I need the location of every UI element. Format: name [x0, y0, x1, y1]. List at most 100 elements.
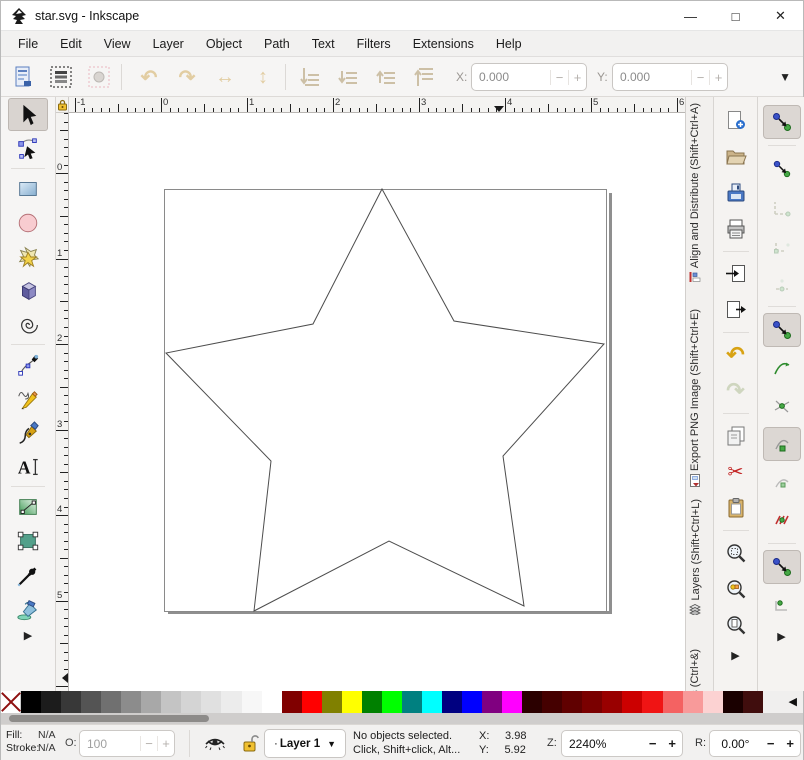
deselect-icon[interactable]	[83, 62, 115, 92]
color-swatch[interactable]	[622, 691, 642, 713]
minimize-button[interactable]: —	[668, 1, 713, 31]
color-swatch[interactable]	[703, 691, 723, 713]
x-minus-button[interactable]: −	[550, 70, 568, 85]
menu-edit[interactable]: Edit	[49, 33, 93, 55]
snap-cusp-nodes-icon[interactable]	[763, 427, 801, 461]
open-icon[interactable]	[719, 141, 753, 173]
opacity-plus-button[interactable]: +	[157, 736, 174, 751]
color-swatch[interactable]	[121, 691, 141, 713]
tool-paint-bucket[interactable]	[8, 592, 48, 625]
tool-mesh-gradient[interactable]	[8, 524, 48, 557]
tool-bezier-pen[interactable]	[8, 348, 48, 381]
tool-ellipse[interactable]	[8, 206, 48, 239]
save-icon[interactable]	[719, 177, 753, 209]
commands-more-icon[interactable]: ▶	[731, 649, 739, 662]
y-field[interactable]: 0.000 − +	[612, 63, 728, 91]
menu-text[interactable]: Text	[301, 33, 346, 55]
snap-object-centers-icon[interactable]	[763, 588, 801, 622]
raise-icon[interactable]	[371, 62, 403, 92]
select-all-icon[interactable]	[7, 62, 39, 92]
color-swatch[interactable]	[502, 691, 522, 713]
color-swatch[interactable]	[302, 691, 322, 713]
color-swatch[interactable]	[242, 691, 262, 713]
color-swatch[interactable]	[602, 691, 622, 713]
color-swatch[interactable]	[21, 691, 41, 713]
color-swatch[interactable]	[342, 691, 362, 713]
tool-calligraphy[interactable]	[8, 416, 48, 449]
rotate-ccw-icon[interactable]: ↶	[133, 62, 165, 92]
tab-layers[interactable]: Layers (Shift+Ctrl+L)	[689, 499, 702, 615]
color-swatch[interactable]	[442, 691, 462, 713]
redo-icon[interactable]: ↷	[719, 375, 753, 407]
x-plus-button[interactable]: +	[568, 70, 586, 85]
zoom-plus-button[interactable]: +	[662, 736, 682, 751]
tool-pencil[interactable]	[8, 382, 48, 415]
swatch-none[interactable]	[1, 691, 21, 713]
tool-gradient[interactable]	[8, 490, 48, 523]
snap-others-icon[interactable]	[763, 550, 801, 584]
color-swatch[interactable]	[522, 691, 542, 713]
color-swatch[interactable]	[422, 691, 442, 713]
snap-to-paths-icon[interactable]	[763, 351, 801, 385]
zoom-drawing-icon[interactable]	[719, 573, 753, 605]
color-swatch[interactable]	[282, 691, 302, 713]
maximize-button[interactable]: □	[713, 1, 758, 31]
color-swatch[interactable]	[723, 691, 743, 713]
copy-icon[interactable]	[719, 420, 753, 452]
snap-line-midpoints-icon[interactable]	[763, 503, 801, 537]
print-icon[interactable]	[719, 213, 753, 245]
palette-scrollbar[interactable]	[1, 713, 803, 724]
tab-export-png[interactable]: Export PNG Image (Shift+Ctrl+E)	[689, 309, 701, 487]
toolbar-overflow-icon[interactable]: ▼	[779, 70, 791, 84]
layer-lock-toggle[interactable]	[241, 733, 259, 753]
color-swatch[interactable]	[402, 691, 422, 713]
lower-to-bottom-icon[interactable]	[295, 62, 327, 92]
zoom-value[interactable]: 2240%	[562, 737, 643, 751]
color-swatch[interactable]	[482, 691, 502, 713]
tool-spiral[interactable]	[8, 308, 48, 341]
fill-stroke-indicator[interactable]: Fill:N/A Stroke:N/A	[6, 729, 56, 755]
color-swatch[interactable]	[101, 691, 121, 713]
color-swatch[interactable]	[181, 691, 201, 713]
color-swatch[interactable]	[683, 691, 703, 713]
palette-scrollbar-thumb[interactable]	[9, 715, 209, 722]
tab-cut-off-dialog[interactable]: s (Ctrl+&)	[689, 649, 701, 691]
color-swatch[interactable]	[663, 691, 683, 713]
color-swatch[interactable]	[562, 691, 582, 713]
zoom-minus-button[interactable]: −	[643, 736, 663, 751]
color-swatch[interactable]	[161, 691, 181, 713]
color-swatch[interactable]	[322, 691, 342, 713]
paste-icon[interactable]	[719, 492, 753, 524]
y-plus-button[interactable]: +	[709, 70, 727, 85]
menu-object[interactable]: Object	[195, 33, 253, 55]
menu-path[interactable]: Path	[253, 33, 301, 55]
new-document-icon[interactable]	[719, 105, 753, 137]
snap-path-intersections-icon[interactable]	[763, 389, 801, 423]
zoom-field[interactable]: 2240% − +	[561, 730, 683, 757]
flip-horizontal-icon[interactable]: ↔	[209, 62, 241, 92]
x-field-value[interactable]: 0.000	[472, 70, 550, 84]
tool-dropper[interactable]	[8, 558, 48, 591]
color-swatch[interactable]	[61, 691, 81, 713]
horizontal-ruler[interactable]: -10123456	[69, 97, 685, 113]
tool-node-editor[interactable]	[8, 132, 48, 165]
snap-smooth-nodes-icon[interactable]	[763, 465, 801, 499]
snap-bbox-edges-icon[interactable]	[763, 190, 801, 224]
tool-rectangle[interactable]	[8, 172, 48, 205]
close-button[interactable]: ✕	[758, 1, 803, 31]
color-swatch[interactable]	[743, 691, 763, 713]
lower-icon[interactable]	[333, 62, 365, 92]
rotation-minus-button[interactable]: −	[761, 736, 781, 751]
color-swatch[interactable]	[221, 691, 241, 713]
color-swatch[interactable]	[382, 691, 402, 713]
lock-icon[interactable]	[57, 99, 68, 111]
snap-nodes-icon[interactable]	[763, 313, 801, 347]
layer-selector-dropdown[interactable]: · Layer 1 ▼	[264, 729, 346, 758]
menu-help[interactable]: Help	[485, 33, 533, 55]
menu-extensions[interactable]: Extensions	[402, 33, 485, 55]
snap-bbox-midpoints-icon[interactable]	[763, 266, 801, 300]
zoom-page-icon[interactable]	[719, 609, 753, 641]
tool-text[interactable]: A	[8, 450, 48, 483]
canvas[interactable]	[69, 113, 685, 691]
layer-visibility-toggle[interactable]	[204, 733, 226, 753]
